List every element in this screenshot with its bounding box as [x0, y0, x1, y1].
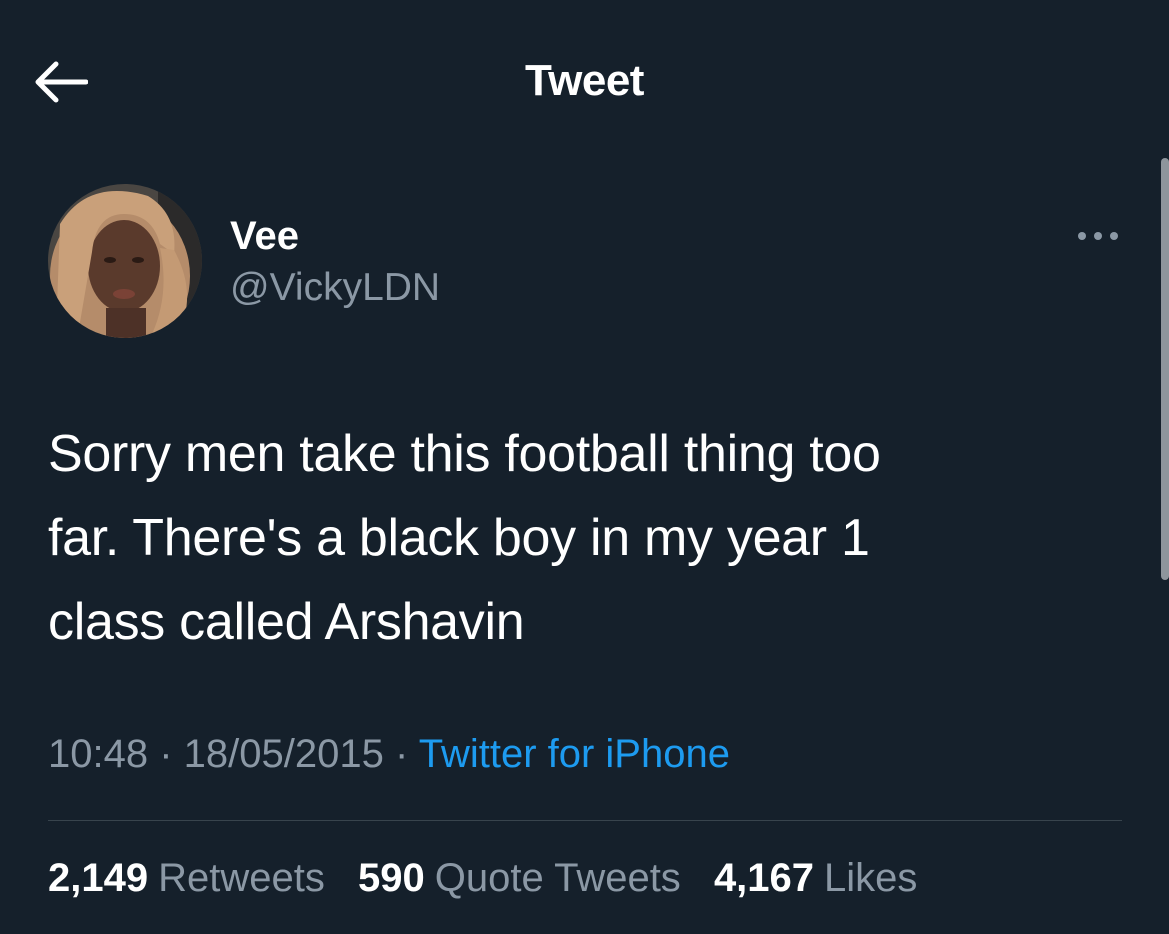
- meta-separator: ·: [395, 732, 419, 776]
- tweet-detail-page: Tweet Vee @VickyLDN Sorry men take this …: [0, 0, 1169, 934]
- tweet-meta: 10:48 · 18/05/2015 · Twitter for iPhone: [48, 732, 730, 777]
- tweet-text-line: far. There's a black boy in my year 1: [48, 509, 870, 567]
- user-handle[interactable]: @VickyLDN: [230, 266, 440, 310]
- quote-tweets-label: Quote Tweets: [434, 856, 681, 900]
- more-horizontal-icon: [1078, 232, 1118, 240]
- page-title: Tweet: [525, 56, 644, 105]
- tweet-stats: 2,149 Retweets 590 Quote Tweets 4,167 Likes: [48, 856, 939, 901]
- retweets-count: 2,149: [48, 856, 149, 900]
- meta-separator: ·: [159, 732, 184, 776]
- top-bar: Tweet: [0, 0, 1169, 160]
- tweet-text: Sorry men take this football thing too f…: [48, 412, 1128, 664]
- scrollbar[interactable]: [1161, 158, 1169, 580]
- tweet-author: Vee @VickyLDN: [48, 184, 1128, 340]
- tweet-text-line: Sorry men take this football thing too: [48, 425, 881, 483]
- more-options-button[interactable]: [1068, 216, 1128, 256]
- divider: [48, 820, 1122, 821]
- tweet-source-link[interactable]: Twitter for iPhone: [419, 732, 730, 776]
- tweet-time[interactable]: 10:48: [48, 732, 148, 776]
- avatar-image: [48, 184, 202, 338]
- quote-tweets-count: 590: [357, 856, 425, 900]
- tweet-date[interactable]: 18/05/2015: [184, 732, 384, 776]
- display-name[interactable]: Vee: [230, 214, 299, 259]
- avatar[interactable]: [48, 184, 202, 338]
- tweet-text-line: class called Arshavin: [48, 593, 525, 651]
- likes-count: 4,167: [713, 856, 815, 900]
- retweets-label: Retweets: [158, 856, 325, 900]
- retweets-stat[interactable]: 2,149 Retweets: [48, 856, 325, 901]
- likes-stat[interactable]: 4,167 Likes: [714, 856, 918, 901]
- quote-tweets-stat[interactable]: 590 Quote Tweets: [358, 856, 681, 901]
- likes-label: Likes: [824, 856, 918, 900]
